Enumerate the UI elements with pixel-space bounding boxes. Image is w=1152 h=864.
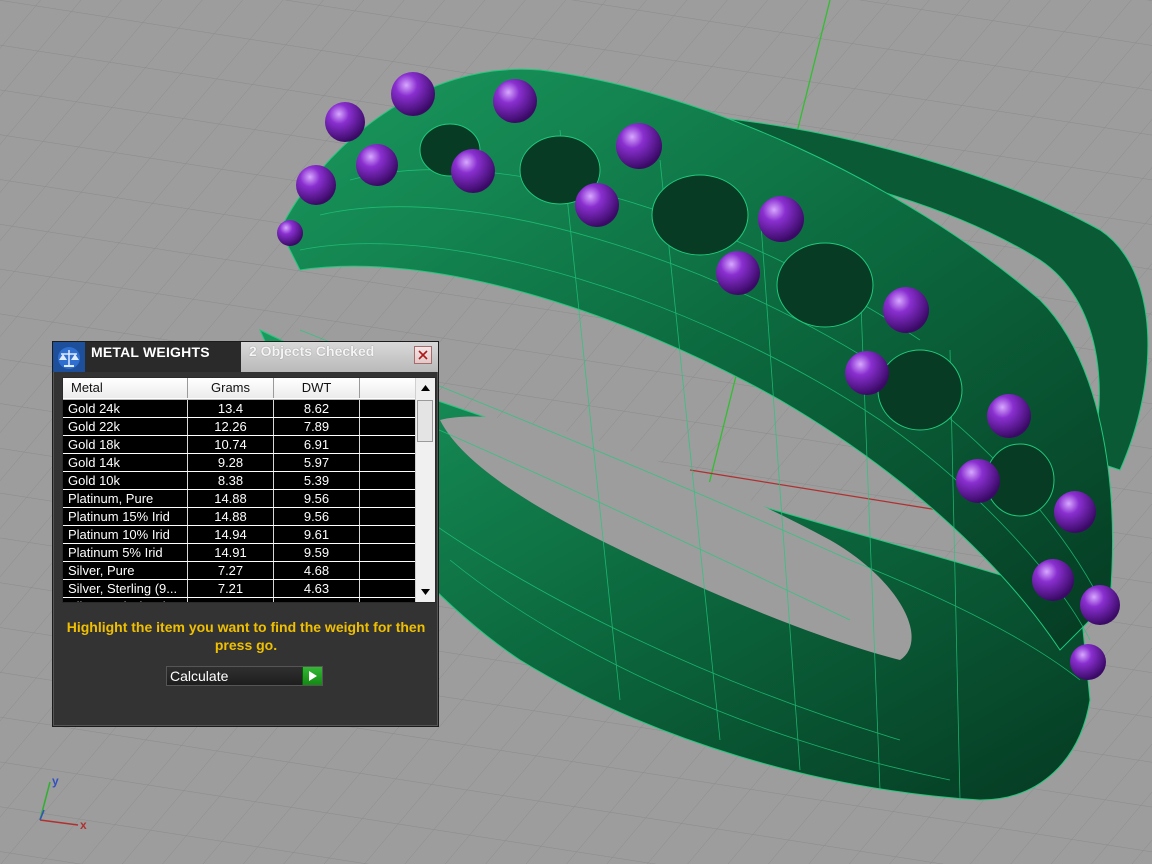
metal-weights-dialog: METAL WEIGHTS 2 Objects Checked Metal Gr… [52, 341, 439, 727]
table-row[interactable]: Platinum 15% Irid 14.88 9.56 [63, 508, 417, 526]
cell-metal: Gold 24k [63, 400, 188, 417]
cell-metal: Gold 10k [63, 472, 188, 489]
cell-dwt: 5.39 [274, 472, 360, 489]
table-header: Metal Grams DWT [63, 378, 417, 400]
close-icon [418, 350, 428, 360]
arrow-down-icon [421, 589, 430, 595]
cell-grams: 9.28 [188, 454, 274, 471]
cell-metal: Platinum 10% Irid [63, 526, 188, 543]
cell-dwt: 9.56 [274, 490, 360, 507]
cell-grams: 13.4 [188, 400, 274, 417]
cell-blank [360, 562, 417, 579]
cell-dwt: 4.6 [274, 598, 360, 602]
cell-metal: Platinum, Pure [63, 490, 188, 507]
table-row[interactable]: Platinum, Pure 14.88 9.56 [63, 490, 417, 508]
cell-blank [360, 544, 417, 561]
table-scrollbar[interactable] [415, 378, 435, 602]
cell-metal: Gold 14k [63, 454, 188, 471]
cell-grams: 14.94 [188, 526, 274, 543]
cell-grams: 14.88 [188, 508, 274, 525]
scale-icon [53, 342, 85, 372]
table-body: Gold 24k 13.4 8.62 Gold 22k 12.26 7.89 Gold 18… [63, 400, 417, 602]
cell-blank [360, 400, 417, 417]
cell-dwt: 4.63 [274, 580, 360, 597]
cell-dwt: 8.62 [274, 400, 360, 417]
cell-metal: Gold 22k [63, 418, 188, 435]
play-icon [309, 671, 317, 681]
cell-blank [360, 490, 417, 507]
cell-grams: 8.38 [188, 472, 274, 489]
action-dropdown[interactable]: Calculate [167, 667, 302, 685]
cell-blank [360, 472, 417, 489]
dialog-status-area: 2 Objects Checked [241, 342, 438, 372]
arrow-up-icon [421, 385, 430, 391]
table-row[interactable]: Gold 24k 13.4 8.62 [63, 400, 417, 418]
table-row[interactable]: Gold 10k 8.38 5.39 [63, 472, 417, 490]
cell-metal: Silver, Pure [63, 562, 188, 579]
column-header-grams[interactable]: Grams [188, 378, 274, 398]
cell-metal: Silver, Coin (900) [63, 598, 188, 602]
scroll-down-button[interactable] [416, 582, 435, 602]
cell-grams: 10.74 [188, 436, 274, 453]
dialog-titlebar[interactable]: METAL WEIGHTS 2 Objects Checked [53, 342, 438, 372]
cell-grams: 14.91 [188, 544, 274, 561]
cell-blank [360, 436, 417, 453]
table-row[interactable]: Platinum 10% Irid 14.94 9.61 [63, 526, 417, 544]
cell-dwt: 7.89 [274, 418, 360, 435]
table-row[interactable]: Platinum 5% Irid 14.91 9.59 [63, 544, 417, 562]
cell-grams: 7.27 [188, 562, 274, 579]
cell-dwt: 4.68 [274, 562, 360, 579]
dialog-title-tab: METAL WEIGHTS [85, 342, 243, 372]
axis-y-label: y [52, 774, 59, 788]
table-row[interactable]: Silver, Sterling (9... 7.21 4.63 [63, 580, 417, 598]
column-header-dwt[interactable]: DWT [274, 378, 360, 398]
axis-x-label: x [80, 818, 87, 832]
cell-dwt: 9.61 [274, 526, 360, 543]
cell-blank [360, 580, 417, 597]
column-header-metal[interactable]: Metal [63, 378, 188, 398]
cell-metal: Gold 18k [63, 436, 188, 453]
cell-grams: 14.88 [188, 490, 274, 507]
cell-dwt: 9.56 [274, 508, 360, 525]
axis-indicator: x y [30, 772, 100, 842]
objects-checked-status: 2 Objects Checked [249, 343, 375, 359]
cell-blank [360, 598, 417, 602]
close-button[interactable] [414, 346, 432, 364]
column-header-blank [360, 378, 417, 398]
cell-dwt: 5.97 [274, 454, 360, 471]
table-row[interactable]: Silver, Coin (900)7.154.6 [63, 598, 417, 602]
cell-blank [360, 526, 417, 543]
table-row[interactable]: Gold 22k 12.26 7.89 [63, 418, 417, 436]
cell-metal: Silver, Sterling (9... [63, 580, 188, 597]
go-button[interactable] [302, 667, 322, 685]
instruction-text: Highlight the item you want to find the … [66, 619, 426, 653]
scroll-thumb[interactable] [417, 400, 433, 442]
table-row[interactable]: Gold 14k 9.28 5.97 [63, 454, 417, 472]
cell-grams: 12.26 [188, 418, 274, 435]
cell-blank [360, 418, 417, 435]
cell-blank [360, 454, 417, 471]
table-row[interactable]: Gold 18k 10.74 6.91 [63, 436, 417, 454]
metal-weights-table[interactable]: Metal Grams DWT Gold 24k 13.4 8.62 Gold 22k… [62, 377, 436, 603]
cell-grams: 7.15 [188, 598, 274, 602]
cell-dwt: 9.59 [274, 544, 360, 561]
cell-grams: 7.21 [188, 580, 274, 597]
cell-dwt: 6.91 [274, 436, 360, 453]
scroll-up-button[interactable] [416, 378, 435, 398]
cell-metal: Platinum 5% Irid [63, 544, 188, 561]
action-control: Calculate [166, 666, 323, 686]
cell-blank [360, 508, 417, 525]
dialog-title: METAL WEIGHTS [91, 344, 210, 360]
axis-indicator-icon [39, 781, 79, 826]
table-row[interactable]: Silver, Pure 7.27 4.68 [63, 562, 417, 580]
cell-metal: Platinum 15% Irid [63, 508, 188, 525]
